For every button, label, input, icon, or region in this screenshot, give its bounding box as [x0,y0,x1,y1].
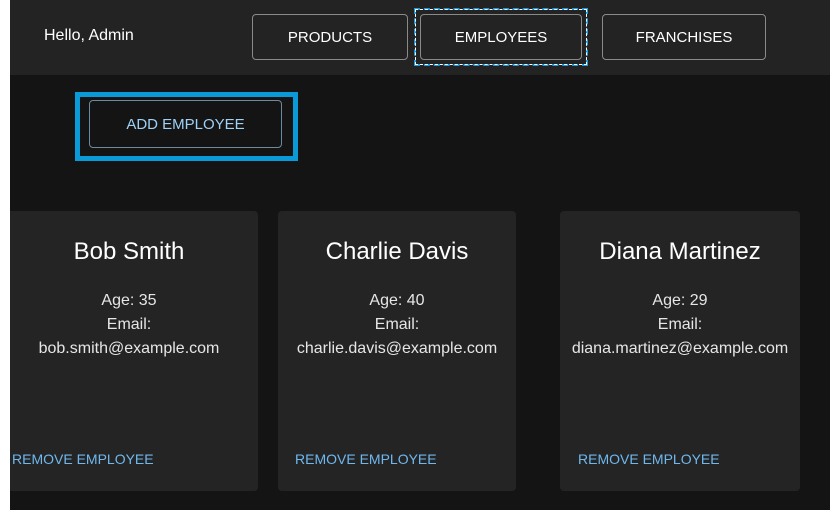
employee-details: Age: 35 Email: bob.smith@example.com [10,289,254,361]
employee-card: Diana Martinez Age: 29 Email: diana.mart… [560,211,800,491]
employee-email-label: Email: [374,316,420,333]
employee-name: Diana Martinez [599,238,761,265]
top-navbar: Hello, Admin PRODUCTS EMPLOYEES FRANCHIS… [10,0,830,75]
employee-email: bob.smith@example.com [38,340,220,357]
franchises-nav-button[interactable]: FRANCHISES [602,14,766,60]
employee-email: diana.martinez@example.com [571,340,789,357]
remove-employee-button[interactable]: REMOVE EMPLOYEE [12,451,154,467]
products-nav-button[interactable]: PRODUCTS [252,14,408,60]
employee-email-label: Email: [657,316,703,333]
remove-employee-button[interactable]: REMOVE EMPLOYEE [295,451,437,467]
employee-details: Age: 29 Email: diana.martinez@example.co… [570,289,790,361]
employee-name: Charlie Davis [325,238,469,265]
employee-email: charlie.davis@example.com [296,340,498,357]
add-employee-button[interactable]: ADD EMPLOYEE [89,100,282,148]
employees-nav-button[interactable]: EMPLOYEES [420,14,582,60]
employee-age: Age: 35 [101,292,157,309]
employee-card: Charlie Davis Age: 40 Email: charlie.dav… [278,211,516,491]
employee-age: Age: 29 [652,292,708,309]
greeting-text: Hello, Admin [44,27,134,44]
remove-employee-button[interactable]: REMOVE EMPLOYEE [578,451,720,467]
employee-card: Bob Smith Age: 35 Email: bob.smith@examp… [10,211,258,491]
employee-email-label: Email: [106,316,152,333]
employee-name: Bob Smith [73,238,185,265]
employee-age: Age: 40 [369,292,425,309]
employee-details: Age: 40 Email: charlie.davis@example.com [278,289,516,361]
app-frame: Hello, Admin PRODUCTS EMPLOYEES FRANCHIS… [10,0,830,510]
